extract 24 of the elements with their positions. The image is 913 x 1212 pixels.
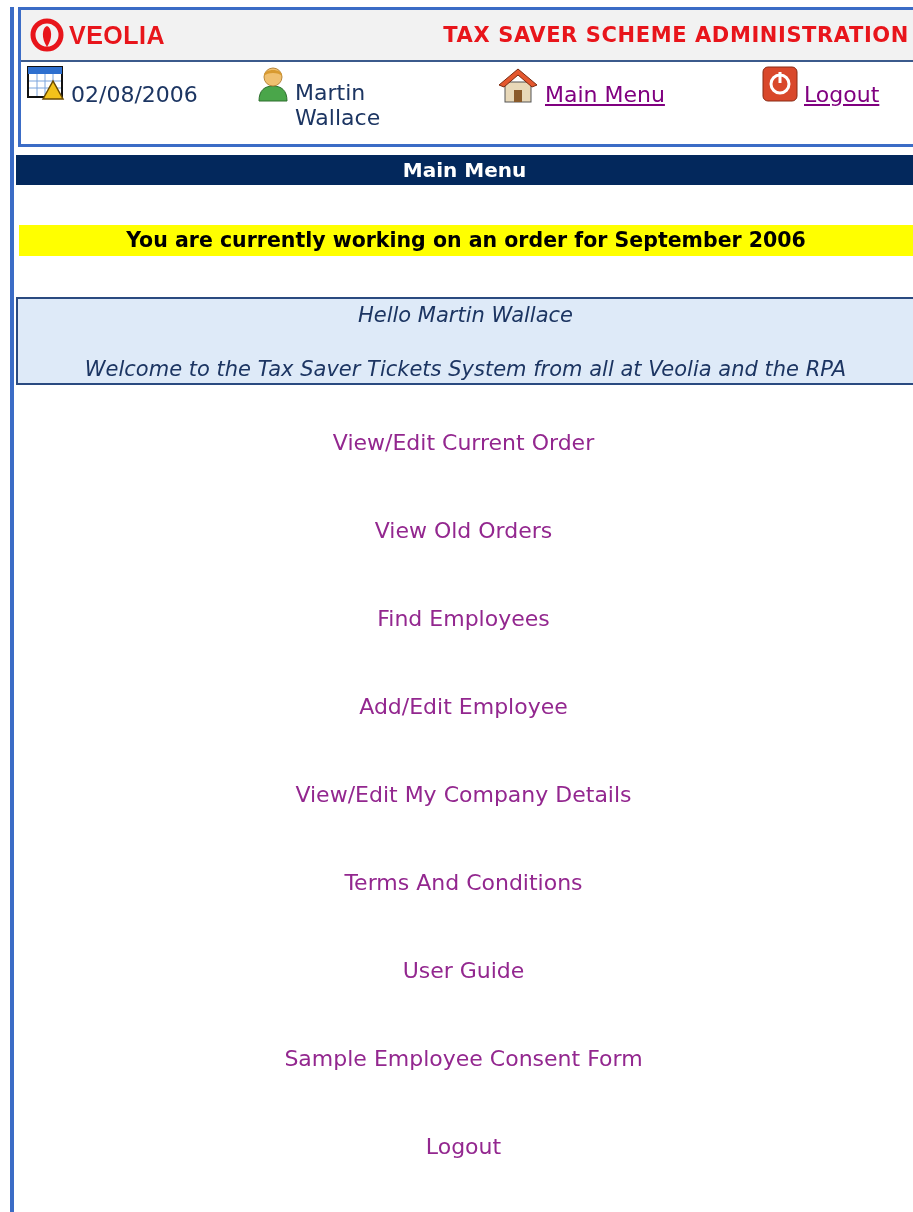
menu-link[interactable]: Terms And Conditions <box>344 869 583 897</box>
logout-link[interactable]: Logout <box>804 82 880 107</box>
menu-link[interactable]: Logout <box>425 1133 502 1161</box>
power-icon <box>762 66 798 102</box>
greeting-text: Hello Martin Wallace <box>356 303 575 327</box>
order-notice: You are currently working on an order for September 2006 <box>19 225 913 256</box>
menu-link[interactable]: View/Edit Current Order <box>332 429 595 457</box>
main-menu-link[interactable]: Main Menu <box>545 82 665 107</box>
user-name: Martin Wallace <box>295 80 382 130</box>
app-title: TAX SAVER SCHEME ADMINISTRATION <box>443 23 910 47</box>
nav-bar-title: Main Menu <box>16 155 913 185</box>
menu-link[interactable]: View Old Orders <box>374 517 553 545</box>
calendar-icon <box>27 66 65 102</box>
person-icon <box>257 66 289 102</box>
menu-link[interactable]: User Guide <box>402 957 525 985</box>
menu-link[interactable]: View/Edit My Company Details <box>295 781 632 809</box>
welcome-message: Welcome to the Tax Saver Tickets System from all at Veolia and the RPA <box>83 357 848 381</box>
menu-link[interactable]: Find Employees <box>377 605 550 633</box>
logo-icon <box>29 18 65 52</box>
date-text: 02/08/2006 <box>71 82 198 107</box>
house-icon <box>497 66 539 104</box>
menu-link[interactable]: Sample Employee Consent Form <box>284 1045 643 1073</box>
logo-text: VEOLIA <box>69 20 166 50</box>
menu-link[interactable]: Add/Edit Employee <box>359 693 568 721</box>
